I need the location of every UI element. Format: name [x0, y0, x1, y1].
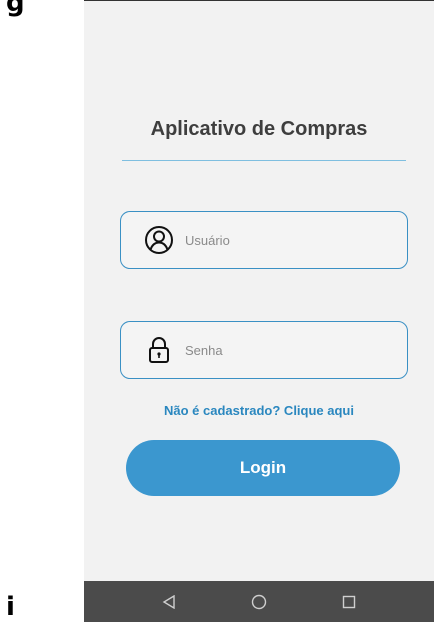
login-button[interactable]: Login [126, 440, 400, 496]
recents-icon[interactable] [334, 587, 364, 617]
android-nav-bar [84, 581, 434, 622]
corner-label-top: g [6, 0, 25, 18]
corner-label-bottom: i [6, 592, 15, 622]
app-title: Aplicativo de Compras [150, 118, 368, 140]
page: g i Aplicativo de Compras Usuário Não é … [0, 0, 434, 622]
home-icon[interactable] [244, 587, 274, 617]
password-field[interactable] [120, 321, 408, 379]
back-icon[interactable] [154, 587, 184, 617]
phone-screen: Aplicativo de Compras Usuário Não é cada… [84, 0, 434, 622]
lock-icon [143, 334, 175, 366]
user-icon [143, 224, 175, 256]
title-divider [122, 160, 406, 161]
username-field[interactable] [120, 211, 408, 269]
register-link[interactable]: Não é cadastrado? Clique aqui [84, 403, 434, 418]
password-input[interactable] [183, 341, 387, 359]
username-input[interactable] [183, 231, 387, 249]
